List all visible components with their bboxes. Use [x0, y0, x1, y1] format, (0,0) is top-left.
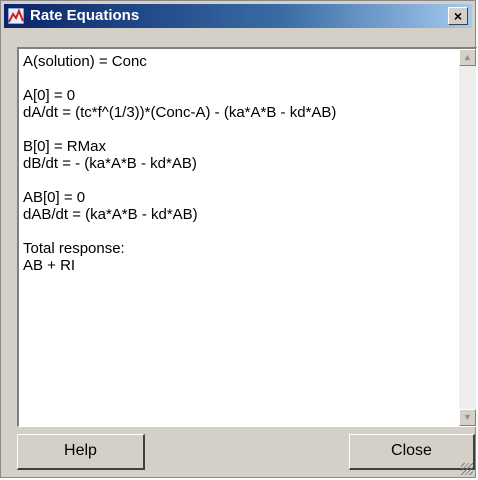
arrow-down-icon[interactable]: ▼	[459, 409, 476, 426]
app-icon	[8, 8, 24, 24]
help-button[interactable]: Help	[17, 434, 145, 470]
close-icon[interactable]: ×	[448, 7, 468, 25]
arrow-up-icon[interactable]: ▲	[459, 49, 476, 66]
title-bar[interactable]: Rate Equations ×	[4, 4, 472, 28]
close-button[interactable]: Close	[349, 434, 475, 470]
window-title: Rate Equations	[30, 7, 140, 24]
vertical-scrollbar[interactable]: ▲ ▼	[459, 49, 476, 426]
resize-grip-icon[interactable]	[461, 463, 473, 475]
equations-text[interactable]: A(solution) = Conc A[0] = 0 dA/dt = (tc*…	[23, 53, 451, 423]
equations-textarea[interactable]: A(solution) = Conc A[0] = 0 dA/dt = (tc*…	[17, 47, 477, 427]
rate-equations-window: Rate Equations × A(solution) = Conc A[0]…	[0, 0, 477, 478]
